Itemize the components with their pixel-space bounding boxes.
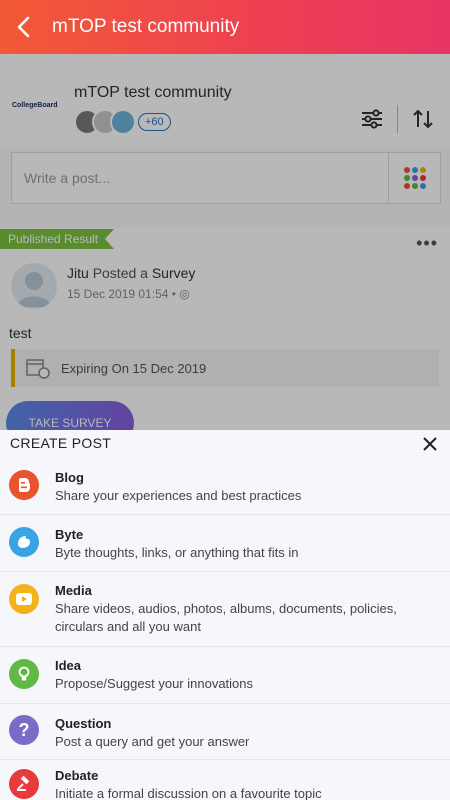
option-idea[interactable]: Idea Propose/Suggest your innovations	[0, 647, 450, 704]
question-icon: ?	[9, 715, 39, 745]
gavel-icon	[9, 769, 39, 799]
blogger-icon	[9, 470, 39, 500]
create-post-sheet: CREATE POST Blog Share your experiences …	[0, 430, 450, 800]
back-button[interactable]	[0, 0, 46, 54]
option-description: Propose/Suggest your innovations	[55, 676, 254, 691]
option-title: Idea	[55, 658, 82, 673]
option-byte[interactable]: Byte Byte thoughts, links, or anything t…	[0, 515, 450, 572]
option-description: Initiate a formal discussion on a favour…	[55, 786, 322, 800]
app-bar-title: mTOP test community	[52, 16, 240, 37]
option-title: Media	[55, 583, 92, 598]
option-description: Share videos, audios, photos, albums, do…	[55, 601, 397, 634]
option-title: Blog	[55, 470, 84, 485]
sheet-header: CREATE POST	[0, 430, 450, 458]
option-media[interactable]: Media Share videos, audios, photos, albu…	[0, 572, 450, 647]
option-title: Debate	[55, 768, 99, 783]
option-description: Share your experiences and best practice…	[55, 488, 302, 503]
option-title: Byte	[55, 527, 84, 542]
byte-icon	[9, 527, 39, 557]
sheet-title: CREATE POST	[10, 435, 112, 451]
bulb-icon	[9, 659, 39, 689]
option-blog[interactable]: Blog Share your experiences and best pra…	[0, 458, 450, 515]
back-arrow-icon	[17, 16, 30, 38]
app-bar: mTOP test community	[0, 0, 450, 54]
option-description: Post a query and get your answer	[55, 734, 250, 749]
option-description: Byte thoughts, links, or anything that f…	[55, 545, 299, 560]
option-title: Question	[55, 716, 112, 731]
option-question[interactable]: ? Question Post a query and get your ans…	[0, 704, 450, 760]
dim-overlay[interactable]	[0, 54, 450, 430]
play-icon	[9, 584, 39, 614]
option-debate[interactable]: Debate Initiate a formal discussion on a…	[0, 760, 450, 800]
close-icon[interactable]	[420, 434, 440, 454]
